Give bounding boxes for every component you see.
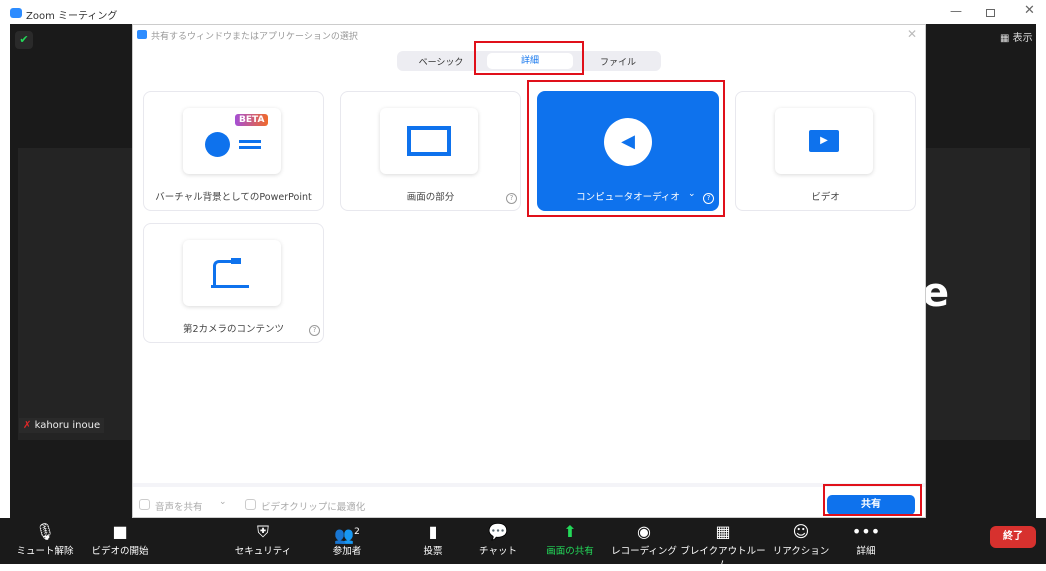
security-button[interactable]: ⛨ セキュリティ [228,518,298,564]
toolbar-label: ミュート解除 [16,546,74,557]
reactions-button[interactable]: ☺ リアクション [766,518,836,564]
screen-portion-tile [380,108,478,174]
second-camera-tile [183,240,281,306]
minimize-button[interactable]: — [950,4,962,18]
toolbar-label: リアクション [772,546,830,557]
participant-count: 2 [354,527,360,537]
option-label: バーチャル背景としてのPowerPoint [155,192,312,203]
bar-chart-icon: ▮ [428,522,438,541]
participant-name-tag: ✗ kahoru inoue [19,418,105,433]
close-window-button[interactable]: ✕ [1024,3,1035,18]
option-label: 画面の部分 [406,192,455,203]
participants-icon: 👥2 [334,525,360,545]
chevron-down-icon[interactable]: ⌄ [219,497,227,507]
document-camera-icon [213,260,231,286]
muted-mic-icon: ✗ [23,420,32,431]
toolbar-label: ビデオの開始 [91,546,149,557]
highlight-box-audio [527,80,725,217]
participant-big-name: e [922,270,950,316]
highlight-box-share [823,484,922,516]
record-icon: ◉ [637,522,651,541]
shield-icon: ⛨ [256,522,269,541]
option-video[interactable]: ▶ ビデオ [735,91,916,211]
toolbar-label: 詳細 [856,546,876,557]
window-title: Zoom ミーティング [26,11,118,22]
record-button[interactable]: ◉ レコーディング [609,518,679,564]
beta-badge: BETA [235,114,269,126]
lines-icon [239,140,261,143]
option-powerpoint-background[interactable]: BETA バーチャル背景としてのPowerPoint [143,91,324,211]
view-label: 表示 [1012,33,1033,44]
dialog-footer: 音声を共有 ⌄ ビデオクリップに最適化 共有 [133,483,925,518]
polling-button[interactable]: ▮ 投票 [398,518,468,564]
chat-button[interactable]: 💬 チャット [463,518,533,564]
end-meeting-button[interactable]: 終了 [990,526,1036,548]
breakout-rooms-button[interactable]: ▦ ブレイクアウトルーム [678,518,768,571]
dialog-close-button[interactable]: ✕ [907,27,917,41]
zoom-logo-icon [137,30,147,39]
toolbar-label: ブレイクアウトルーム [680,546,766,571]
chat-icon: 💬 [488,522,508,541]
share-screen-icon: ⬆ [563,522,577,541]
participant-name: kahoru inoue [34,420,101,431]
video-tile: ▶ [775,108,873,174]
option-label: 第2カメラのコンテンツ [182,324,285,335]
participants-button[interactable]: 👥2 参加者 [312,518,382,564]
view-button[interactable]: ▦ 表示 [1000,29,1033,44]
window-titlebar: Zoom ミーティング — ✕ [0,0,1046,24]
toolbar-label: 参加者 [332,546,362,557]
tab-files[interactable]: ファイル [575,55,661,68]
film-icon: ▶ [809,130,839,152]
share-screen-button[interactable]: ⬆ 画面の共有 [535,518,605,564]
highlight-box-tab [474,41,584,75]
help-icon[interactable]: ? [506,193,517,204]
share-sound-label: 音声を共有 [155,502,203,513]
help-icon[interactable]: ? [309,325,320,336]
grid-icon: ▦ [715,522,731,541]
camera-head [231,258,241,264]
dialog-title: 共有するウィンドウまたはアプリケーションの選択 [151,32,358,42]
smiley-icon: ☺ [792,522,810,541]
more-icon: ••• [851,522,881,541]
start-video-button[interactable]: ■ ビデオの開始 [85,518,155,564]
unmute-button[interactable]: 🎙 ミュート解除 [10,518,80,564]
option-screen-portion[interactable]: 画面の部分 ? [340,91,521,211]
option-label: ビデオ [811,192,840,203]
tab-basic[interactable]: ベーシック [397,55,485,68]
toolbar-label: 投票 [423,546,443,557]
toolbar-label: レコーディング [611,546,677,557]
video-off-icon: ■ [112,522,128,541]
optimize-video-checkbox[interactable] [245,499,256,510]
toolbar-label: 画面の共有 [546,546,594,557]
share-sound-checkbox[interactable] [139,499,150,510]
security-shield-icon: ✔ [15,31,33,49]
powerpoint-tile: BETA [183,108,281,174]
zoom-logo-icon [10,8,22,18]
optimize-video-label: ビデオクリップに最適化 [261,502,366,513]
more-button[interactable]: ••• 詳細 [831,518,901,564]
toolbar-label: チャット [479,546,517,557]
pie-chart-icon [205,132,230,157]
toolbar-label: セキュリティ [234,546,292,557]
option-second-camera[interactable]: 第2カメラのコンテンツ ? [143,223,324,343]
restore-button[interactable] [986,9,995,17]
screen-portion-icon [407,126,451,156]
camera-base [211,285,249,288]
muted-mic-icon: 🎙 [34,522,56,541]
